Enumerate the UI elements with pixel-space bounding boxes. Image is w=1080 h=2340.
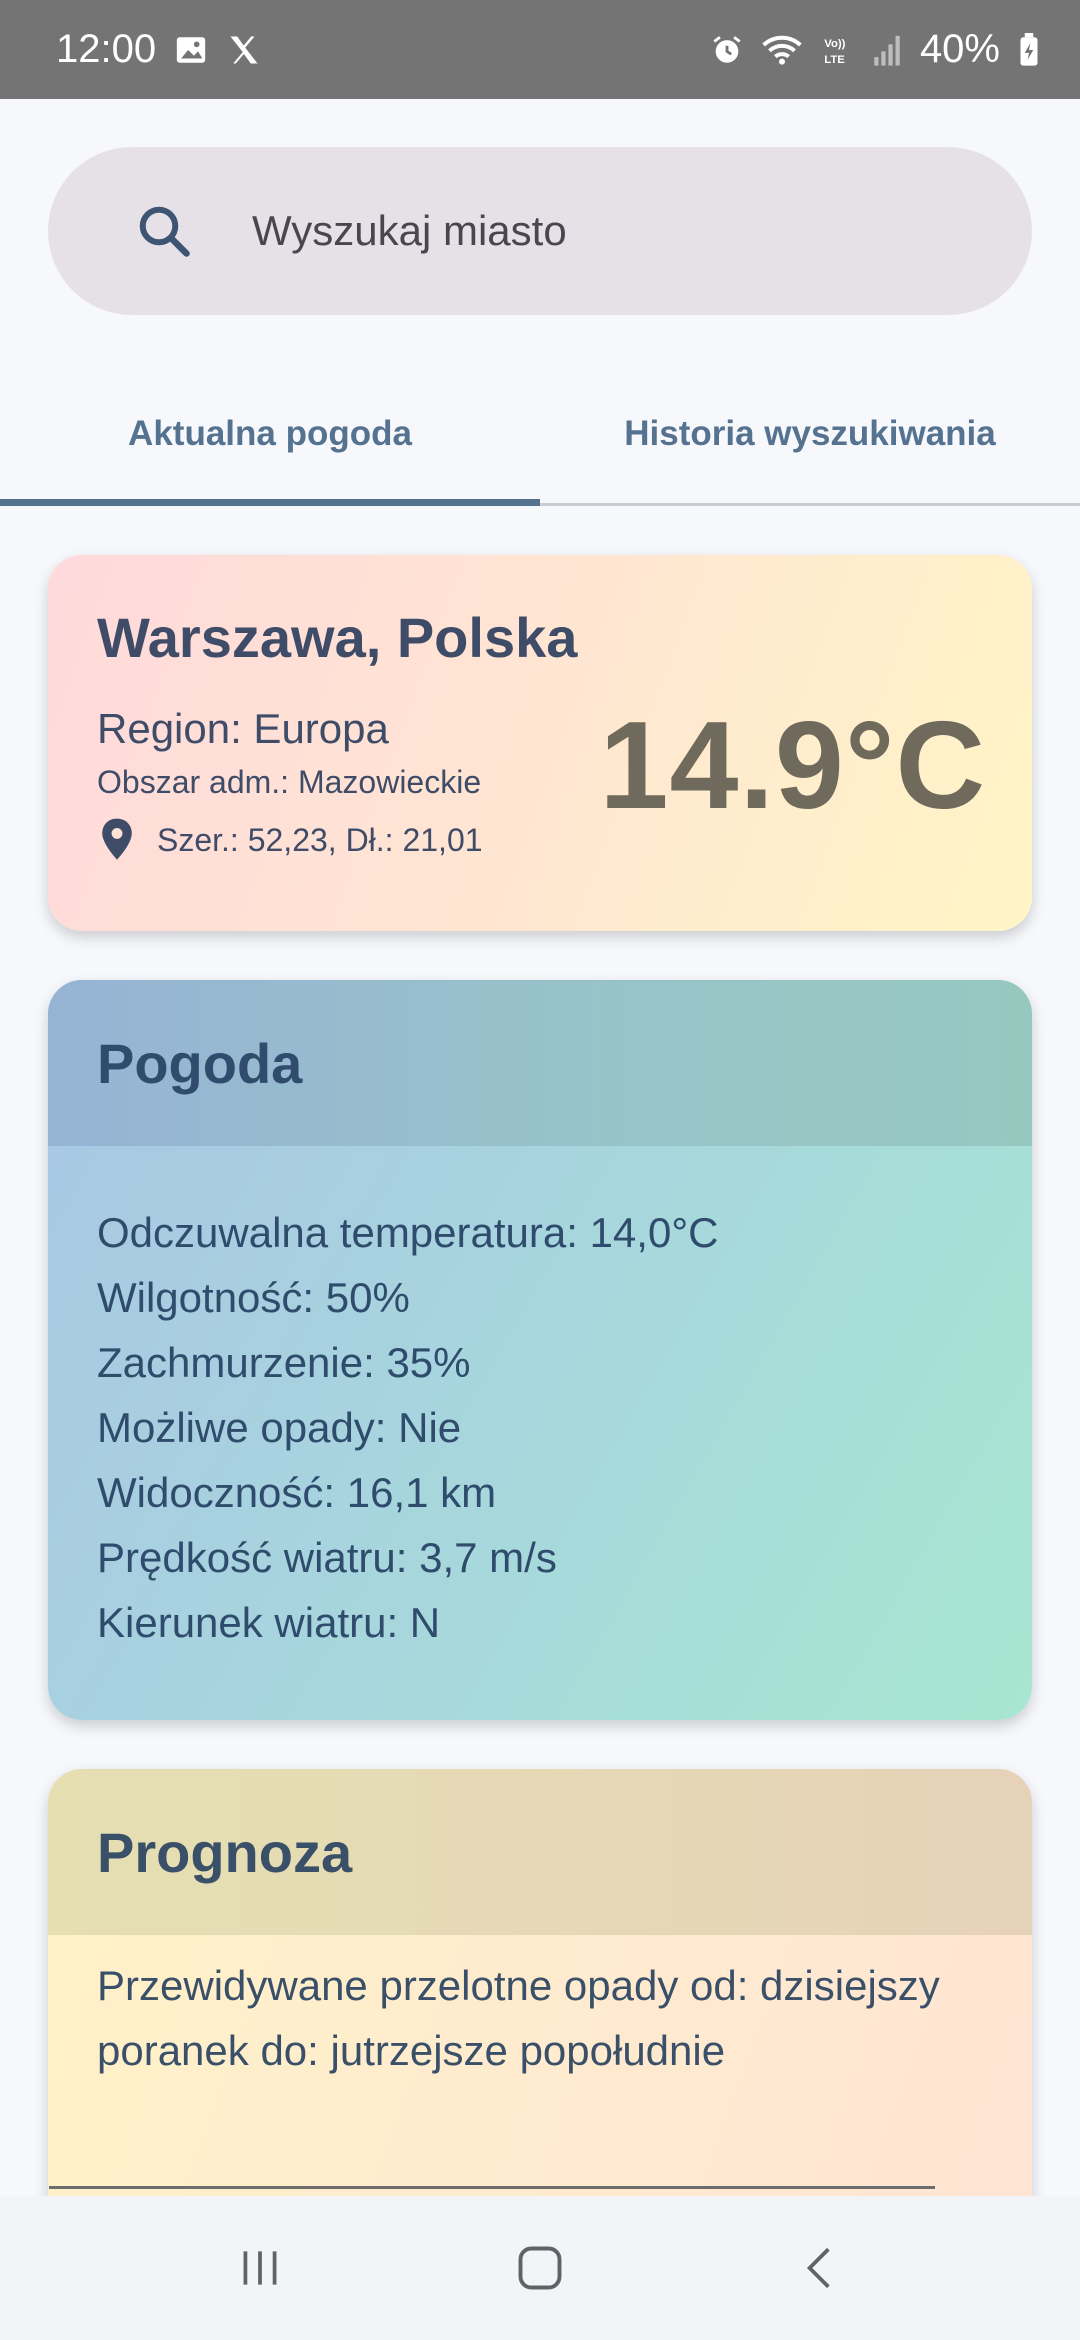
location-title: Warszawa, Polska	[97, 606, 578, 669]
tab-bar: Aktualna pogoda Historia wyszukiwania	[0, 370, 1080, 506]
battery-percent: 40%	[919, 27, 1000, 71]
weather-wind-speed: Prędkość wiatru: 3,7 m/s	[97, 1534, 557, 1581]
tab-label: Aktualna pogoda	[128, 413, 412, 453]
forecast-card-title: Prognoza	[48, 1769, 1032, 1935]
volte-icon: Vo)) LTE	[820, 33, 854, 67]
location-coordinates-row: Szer.: 52,23, Dł.: 21,01	[97, 817, 483, 863]
location-card: Warszawa, Polska Region: Europa Obszar a…	[48, 555, 1032, 931]
weather-visibility: Widoczność: 16,1 km	[97, 1469, 497, 1516]
alarm-icon	[710, 33, 744, 67]
location-coordinates: Szer.: 52,23, Dł.: 21,01	[157, 821, 483, 858]
home-icon[interactable]	[500, 2233, 580, 2303]
svg-text:Vo)): Vo))	[824, 38, 845, 50]
tab-current-weather[interactable]: Aktualna pogoda	[0, 370, 540, 506]
back-icon[interactable]	[780, 2233, 860, 2303]
search-bar[interactable]	[48, 147, 1032, 315]
location-region: Region: Europa	[97, 705, 389, 752]
image-icon	[174, 33, 208, 67]
tab-search-history[interactable]: Historia wyszukiwania	[540, 370, 1080, 503]
recent-apps-icon[interactable]	[220, 2233, 300, 2303]
weather-cloud-cover: Zachmurzenie: 35%	[97, 1339, 471, 1386]
forecast-divider	[49, 2186, 935, 2189]
status-bar: 12:00 Vo)) LTE 40%	[0, 0, 1080, 99]
weather-details-list: Odczuwalna temperatura: 14,0°C Wilgotnoś…	[97, 1200, 718, 1655]
weather-card-title: Pogoda	[48, 980, 1032, 1146]
location-admin-area: Obszar adm.: Mazowieckie	[97, 764, 482, 800]
search-input[interactable]	[250, 206, 970, 256]
wifi-icon	[762, 33, 802, 67]
status-time: 12:00	[56, 27, 157, 71]
weather-humidity: Wilgotność: 50%	[97, 1274, 410, 1321]
current-temperature: 14.9°C	[599, 697, 986, 835]
search-icon	[134, 201, 194, 261]
system-nav-bar	[0, 2196, 1080, 2340]
weather-precipitation: Możliwe opady: Nie	[97, 1404, 462, 1451]
tab-label: Historia wyszukiwania	[624, 413, 996, 453]
weather-card: Pogoda Odczuwalna temperatura: 14,0°C Wi…	[48, 980, 1032, 1720]
signal-icon	[872, 33, 902, 67]
location-pin-icon	[97, 817, 137, 863]
battery-icon	[1018, 32, 1040, 67]
svg-text:LTE: LTE	[824, 53, 845, 65]
x-logo-icon	[226, 32, 262, 68]
weather-wind-direction: Kierunek wiatru: N	[97, 1599, 441, 1646]
forecast-text: Przewidywane przelotne opady od: dzisiej…	[97, 1962, 940, 2074]
weather-feels-like: Odczuwalna temperatura: 14,0°C	[97, 1209, 719, 1256]
